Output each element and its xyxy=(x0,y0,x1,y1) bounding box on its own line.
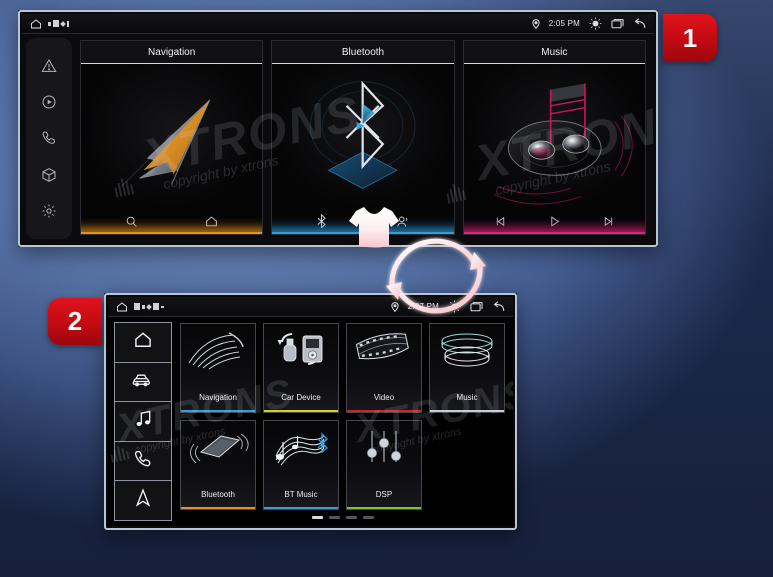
home-icon[interactable] xyxy=(205,215,218,228)
page-dot[interactable] xyxy=(328,515,340,519)
navigation-arrow-art xyxy=(81,64,263,208)
cube-icon[interactable] xyxy=(40,166,58,184)
music-wave-art xyxy=(264,425,338,469)
status-time: 2:05 PM xyxy=(548,19,580,28)
car-icon xyxy=(132,369,154,394)
page-dot[interactable] xyxy=(311,515,323,519)
home-icon xyxy=(133,330,153,355)
tile-music-label: Music xyxy=(456,393,478,402)
status-indicator-icons xyxy=(48,20,69,27)
card-bluetooth-title: Bluetooth xyxy=(341,46,385,58)
back-arrow-icon[interactable] xyxy=(633,17,646,30)
head-unit-screen-two: 2:07 PM Navigation Car Device Video Musi… xyxy=(104,293,517,530)
screen-two-sidebar xyxy=(114,322,172,521)
brightness-icon[interactable] xyxy=(589,17,602,30)
screen-two-display: 2:07 PM Navigation Car Device Video Musi… xyxy=(108,297,513,526)
tile-navigation-label: Navigation xyxy=(199,393,237,402)
sidebar-item-phone[interactable] xyxy=(115,442,171,482)
tile-bt-music-label: BT Music xyxy=(284,490,318,499)
tile-bluetooth[interactable]: Bluetooth xyxy=(180,420,256,510)
play-icon[interactable] xyxy=(548,215,561,228)
card-bluetooth-header: Bluetooth xyxy=(272,41,454,64)
tile-car-device-label: Car Device xyxy=(281,393,321,402)
sidebar-item-home[interactable] xyxy=(115,323,171,363)
bluetooth-icon[interactable] xyxy=(316,214,327,228)
card-navigation[interactable]: Navigation xyxy=(80,40,264,235)
step-badge-two: 2 xyxy=(48,298,102,345)
app-grid-row-one: Navigation Car Device Video Music xyxy=(180,323,505,413)
tshirt-icon xyxy=(349,207,399,248)
screen-two-app-grid: Navigation Car Device Video Music Blueto… xyxy=(172,317,513,526)
music-disc-art xyxy=(463,64,645,208)
page-dot[interactable] xyxy=(345,515,357,519)
tile-bt-music-accent xyxy=(264,507,338,509)
tile-video-label: Video xyxy=(373,393,395,402)
play-circle-icon[interactable] xyxy=(40,93,58,111)
home-icon[interactable] xyxy=(116,301,128,313)
recents-icon[interactable] xyxy=(611,18,624,29)
navigation-arrow-icon xyxy=(133,488,153,513)
screen-one-display: 2:05 PM Navigation Bluetooth Music xyxy=(22,14,654,243)
sidebar-item-music[interactable] xyxy=(115,402,171,442)
page-dot[interactable] xyxy=(362,515,374,519)
card-music-title: Music xyxy=(541,46,568,58)
phone-icon[interactable] xyxy=(40,129,58,147)
head-unit-screen-one: 2:05 PM Navigation Bluetooth Music xyxy=(18,10,658,247)
tile-car-device-accent xyxy=(264,410,338,412)
tile-car-device[interactable]: Car Device xyxy=(263,323,339,413)
card-navigation-title: Navigation xyxy=(148,46,196,58)
navigation-swoosh-art xyxy=(181,328,255,372)
screen-one-body: Navigation Bluetooth Music xyxy=(22,34,654,243)
card-navigation-header: Navigation xyxy=(81,41,263,64)
tile-dsp-accent xyxy=(347,507,421,509)
screen-two-body: Navigation Car Device Video Music Blueto… xyxy=(108,317,513,526)
screen-one-statusbar: 2:05 PM xyxy=(22,14,654,34)
page-indicator[interactable] xyxy=(180,510,505,524)
screen-one-sidebar xyxy=(26,38,72,239)
phone-icon xyxy=(133,449,153,474)
status-indicator-icons xyxy=(134,303,164,310)
step-badge-one: 1 xyxy=(663,14,717,62)
location-pin-icon xyxy=(532,18,540,29)
tile-video-accent xyxy=(347,410,421,412)
tile-bt-music[interactable]: BT Music xyxy=(263,420,339,510)
music-note-icon xyxy=(133,409,153,434)
film-strip-art xyxy=(347,328,421,372)
sidebar-item-navigation[interactable] xyxy=(115,481,171,520)
tile-navigation[interactable]: Navigation xyxy=(180,323,256,413)
card-navigation-glow xyxy=(81,228,263,234)
usb-ipod-art xyxy=(264,328,338,372)
next-track-icon[interactable] xyxy=(602,215,615,228)
tile-music[interactable]: Music xyxy=(429,323,505,413)
bluetooth-logo-art xyxy=(272,64,454,208)
app-grid-row-two: Bluetooth BT Music DSP xyxy=(180,420,505,510)
tile-video[interactable]: Video xyxy=(346,323,422,413)
tile-dsp[interactable]: DSP xyxy=(346,420,422,510)
phone-device-art xyxy=(181,425,255,469)
home-icon[interactable] xyxy=(30,18,42,30)
search-icon[interactable] xyxy=(125,215,138,228)
tile-bluetooth-label: Bluetooth xyxy=(201,490,235,499)
card-music[interactable]: Music xyxy=(462,40,646,235)
gear-icon[interactable] xyxy=(40,202,58,220)
warning-triangle-icon[interactable] xyxy=(40,57,58,75)
equalizer-sliders-art xyxy=(347,425,421,469)
tile-bluetooth-accent xyxy=(181,507,255,509)
sidebar-item-car[interactable] xyxy=(115,363,171,403)
tile-dsp-label: DSP xyxy=(375,490,393,499)
tile-navigation-accent xyxy=(181,410,255,412)
stacked-discs-art xyxy=(430,328,504,372)
tile-music-accent xyxy=(430,410,504,412)
ui-theme-swap-graphic xyxy=(349,207,498,324)
card-music-header: Music xyxy=(463,41,645,64)
